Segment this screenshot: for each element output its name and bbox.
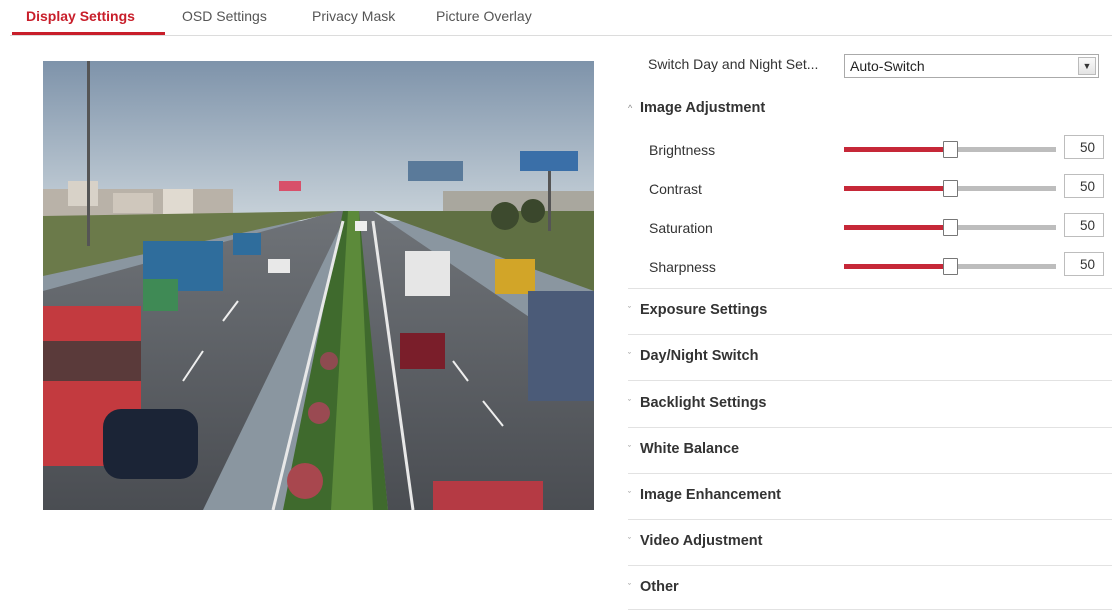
divider	[628, 288, 1112, 289]
switch-day-night-value: Auto-Switch	[850, 58, 925, 74]
section-image-enhancement-title: Image Enhancement	[640, 487, 782, 503]
saturation-value[interactable]: 50	[1064, 213, 1104, 237]
active-tab-indicator	[12, 32, 165, 35]
chevron-down-icon: ˇ	[628, 305, 631, 316]
section-image-adjustment-title: Image Adjustment	[640, 100, 766, 116]
tab-display-settings[interactable]: Display Settings	[26, 8, 135, 24]
section-image-adjustment[interactable]: ^ Image Adjustment	[628, 100, 765, 116]
section-image-enhancement[interactable]: ˇ Image Enhancement	[628, 487, 781, 503]
chevron-down-icon: ˇ	[628, 398, 631, 409]
divider	[628, 519, 1112, 520]
divider	[628, 427, 1112, 428]
chevron-up-icon: ^	[628, 103, 633, 114]
tab-privacy-mask[interactable]: Privacy Mask	[312, 8, 395, 24]
section-other[interactable]: ˇ Other	[628, 579, 679, 595]
contrast-value[interactable]: 50	[1064, 174, 1104, 198]
switch-day-night-select[interactable]: Auto-Switch ▼	[844, 54, 1099, 78]
contrast-slider-handle[interactable]	[943, 180, 958, 197]
section-exposure-settings[interactable]: ˇ Exposure Settings	[628, 302, 767, 318]
section-video-adjustment[interactable]: ˇ Video Adjustment	[628, 533, 762, 549]
chevron-down-icon: ˇ	[628, 351, 631, 362]
section-other-title: Other	[640, 579, 679, 595]
switch-day-night-label: Switch Day and Night Set...	[648, 56, 819, 72]
saturation-slider[interactable]	[844, 219, 1056, 236]
chevron-down-icon: ˇ	[628, 536, 631, 547]
contrast-label: Contrast	[649, 181, 702, 197]
saturation-slider-handle[interactable]	[943, 219, 958, 236]
section-day-night-switch[interactable]: ˇ Day/Night Switch	[628, 348, 758, 364]
section-video-adjustment-title: Video Adjustment	[640, 533, 763, 549]
chevron-down-icon: ˇ	[628, 444, 631, 455]
divider	[628, 334, 1112, 335]
chevron-down-icon: ˇ	[628, 582, 631, 593]
divider	[628, 473, 1112, 474]
sharpness-slider-fill	[844, 264, 950, 269]
saturation-slider-fill	[844, 225, 950, 230]
contrast-slider-fill	[844, 186, 950, 191]
brightness-slider[interactable]	[844, 141, 1056, 158]
dropdown-arrow-icon[interactable]: ▼	[1078, 57, 1096, 75]
slider-row-saturation: Saturation 50	[628, 213, 1112, 243]
brightness-value[interactable]: 50	[1064, 135, 1104, 159]
sharpness-slider-handle[interactable]	[943, 258, 958, 275]
saturation-label: Saturation	[649, 220, 713, 236]
slider-row-sharpness: Sharpness 50	[628, 252, 1112, 282]
tab-osd-settings[interactable]: OSD Settings	[182, 8, 267, 24]
tab-bar: Display Settings OSD Settings Privacy Ma…	[10, 0, 1112, 36]
section-white-balance[interactable]: ˇ White Balance	[628, 441, 739, 457]
section-day-night-switch-title: Day/Night Switch	[640, 348, 759, 364]
tab-picture-overlay[interactable]: Picture Overlay	[436, 8, 532, 24]
brightness-slider-handle[interactable]	[943, 141, 958, 158]
preview-image	[43, 61, 594, 510]
section-backlight-settings[interactable]: ˇ Backlight Settings	[628, 395, 767, 411]
divider	[628, 609, 1112, 610]
slider-row-brightness: Brightness 50	[628, 135, 1112, 165]
divider	[628, 565, 1112, 566]
divider	[628, 380, 1112, 381]
section-backlight-settings-title: Backlight Settings	[640, 395, 767, 411]
brightness-label: Brightness	[649, 142, 716, 158]
brightness-slider-fill	[844, 147, 950, 152]
chevron-down-icon: ˇ	[628, 490, 631, 501]
slider-row-contrast: Contrast 50	[628, 174, 1112, 204]
sharpness-slider[interactable]	[844, 258, 1056, 275]
contrast-slider[interactable]	[844, 180, 1056, 197]
section-white-balance-title: White Balance	[640, 441, 740, 457]
sharpness-label: Sharpness	[649, 259, 716, 275]
section-exposure-settings-title: Exposure Settings	[640, 302, 768, 318]
sharpness-value[interactable]: 50	[1064, 252, 1104, 276]
live-preview	[43, 61, 594, 510]
